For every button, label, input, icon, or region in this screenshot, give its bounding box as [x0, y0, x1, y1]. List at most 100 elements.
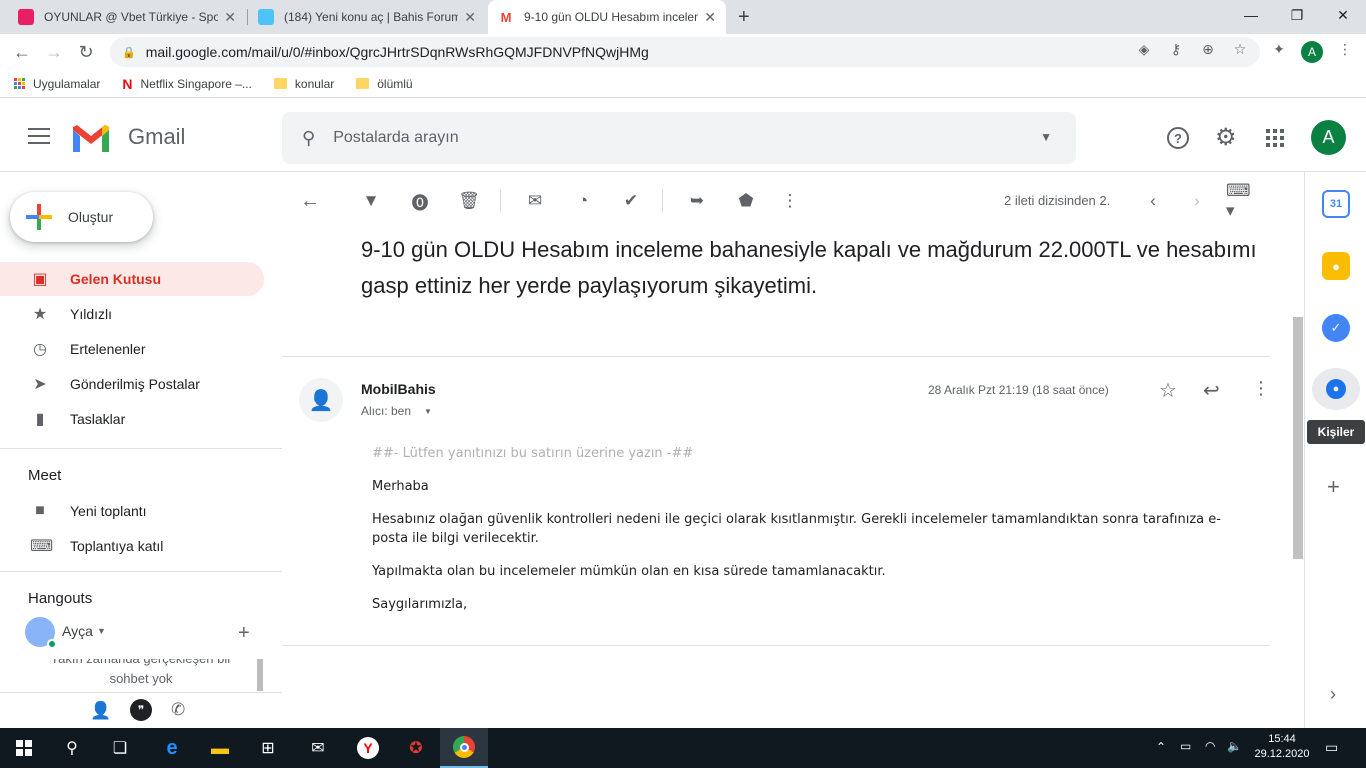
input-tools-icon[interactable]: ⌨ ▾: [1226, 181, 1260, 220]
bookmark-item[interactable]: Uygulamalar: [14, 77, 100, 91]
close-tab-icon[interactable]: ✕: [704, 9, 716, 26]
meet-join-meeting[interactable]: ⌨ Toplantıya katıl: [0, 529, 264, 563]
url-text: mail.google.com/mail/u/0/#inbox/QgrcJHrt…: [145, 44, 649, 60]
search-options-icon[interactable]: ▼: [1040, 130, 1052, 144]
bookmark-label: konular: [294, 76, 335, 91]
sender-name[interactable]: MobilBahis: [361, 381, 436, 397]
window-close-icon[interactable]: ✕: [1320, 0, 1366, 30]
search-icon[interactable]: ⚲: [302, 128, 315, 149]
tab-title: OYUNLAR @ Vbet Türkiye - Spor: [44, 10, 219, 24]
new-tab-button[interactable]: +: [738, 6, 750, 29]
snooze-icon[interactable]: ◔: [572, 190, 594, 212]
bookmark-item[interactable]: konular: [273, 76, 335, 91]
reply-icon[interactable]: ↩: [1203, 378, 1220, 403]
report-spam-icon[interactable]: ⓿: [409, 190, 431, 213]
calendar-icon[interactable]: 31: [1322, 190, 1350, 218]
keep-icon[interactable]: ●: [1322, 252, 1350, 280]
notifications-icon[interactable]: ▭: [1325, 739, 1338, 756]
newer-icon[interactable]: ‹: [1142, 190, 1164, 212]
bookmark-item[interactable]: ölümlü: [356, 77, 413, 91]
gmail-logo-icon[interactable]: [71, 124, 111, 159]
menu-dots-icon[interactable]: ⋮: [1336, 41, 1354, 58]
wifi-icon[interactable]: ◠: [1205, 739, 1215, 753]
browser-tab[interactable]: (184) Yeni konu aç | Bahis Forum ✕: [248, 0, 486, 34]
archive-icon[interactable]: ▼: [360, 190, 382, 212]
tasks-icon[interactable]: ✓: [1322, 314, 1350, 342]
help-icon[interactable]: ?: [1167, 127, 1189, 149]
address-bar[interactable]: 🔒 mail.google.com/mail/u/0/#inbox/QgrcJH…: [110, 37, 1260, 67]
store-icon[interactable]: ⊞: [244, 728, 292, 768]
toolbar-separator: [500, 189, 501, 213]
key-icon[interactable]: ⚷: [1167, 41, 1185, 58]
zoom-icon[interactable]: ⊕: [1199, 41, 1217, 58]
contacts-icon-highlight[interactable]: ●: [1312, 368, 1360, 410]
add-chat-icon[interactable]: +: [238, 622, 250, 645]
sidebar-item-sent[interactable]: ➤ Gönderilmiş Postalar: [0, 367, 264, 401]
move-to-icon[interactable]: ➥: [686, 190, 708, 212]
bookmark-star-icon[interactable]: ☆: [1231, 41, 1249, 58]
label-icon[interactable]: ⬟: [735, 190, 757, 212]
app-icon[interactable]: ✪: [392, 728, 440, 768]
hangouts-empty-text: Yakın zamanda gerçekleşen bir: [24, 659, 258, 669]
sidebar-item-inbox[interactable]: ▣ Gelen Kutusu: [0, 262, 264, 296]
volume-icon[interactable]: 🔈: [1227, 739, 1242, 753]
message-more-icon[interactable]: ⋮: [1252, 378, 1270, 399]
file-explorer-icon[interactable]: ▬: [196, 728, 244, 768]
back-icon[interactable]: ←: [10, 40, 34, 64]
show-hidden-icons[interactable]: ⌃: [1156, 740, 1166, 754]
compose-button[interactable]: Oluştur: [10, 192, 153, 242]
reload-icon[interactable]: ↻: [74, 40, 98, 64]
hangouts-user-dropdown-icon[interactable]: ▼: [97, 626, 106, 636]
sidebar-item-starred[interactable]: ★ Yıldızlı: [0, 297, 264, 331]
chrome-icon[interactable]: [440, 728, 488, 768]
browser-tab[interactable]: OYUNLAR @ Vbet Türkiye - Spor ✕: [8, 0, 246, 34]
edge-icon[interactable]: e: [148, 728, 196, 768]
clock[interactable]: 15:44 29.12.2020: [1254, 732, 1310, 762]
phone-icon[interactable]: ✆: [171, 700, 185, 720]
google-apps-icon[interactable]: [1266, 129, 1284, 147]
older-icon[interactable]: ›: [1186, 190, 1208, 212]
sidebar-item-snoozed[interactable]: ◷ Ertelenenler: [0, 332, 264, 366]
scrollbar[interactable]: [1293, 317, 1303, 559]
get-addons-icon[interactable]: +: [1327, 474, 1340, 500]
browser-tab-active[interactable]: M 9-10 gün OLDU Hesabım incelem ✕: [488, 0, 726, 34]
more-options-icon[interactable]: ⋮: [779, 190, 801, 212]
battery-icon[interactable]: ▭: [1180, 739, 1191, 753]
forward-icon[interactable]: →: [42, 40, 66, 64]
main-menu-icon[interactable]: [28, 128, 50, 144]
show-details-icon[interactable]: ▼: [424, 407, 432, 416]
expand-panel-icon[interactable]: ›: [1330, 684, 1336, 705]
minimize-icon[interactable]: —: [1228, 0, 1274, 30]
star-message-icon[interactable]: ☆: [1159, 378, 1177, 403]
back-to-inbox-icon[interactable]: ←: [299, 190, 321, 212]
meet-new-meeting[interactable]: ■ Yeni toplantı: [0, 494, 264, 528]
hangouts-avatar[interactable]: [25, 617, 57, 649]
restore-icon[interactable]: ❐: [1274, 0, 1320, 30]
add-task-icon[interactable]: ✔: [620, 190, 642, 212]
settings-gear-icon[interactable]: ⚙: [1215, 123, 1237, 152]
mark-unread-icon[interactable]: ✉: [524, 190, 546, 212]
account-avatar[interactable]: A: [1311, 120, 1346, 155]
gmail-favicon-icon: M: [498, 9, 514, 25]
sender-avatar[interactable]: 👤: [299, 378, 343, 422]
bookmark-item[interactable]: N Netflix Singapore –...: [122, 76, 252, 92]
windows-start-icon[interactable]: [0, 728, 48, 768]
search-bar[interactable]: ⚲ Postalarda arayın ▼: [282, 112, 1076, 164]
task-view-icon[interactable]: ❏: [96, 728, 144, 768]
hangouts-user-name[interactable]: Ayça: [62, 623, 93, 639]
taskbar-search-icon[interactable]: ⚲: [48, 728, 96, 768]
mail-icon[interactable]: ✉: [294, 728, 342, 768]
scrollbar[interactable]: [257, 659, 263, 691]
hangouts-chat-icon[interactable]: ❞: [130, 699, 152, 721]
delete-icon[interactable]: 🗑: [458, 190, 480, 212]
contacts-person-icon[interactable]: 👤: [90, 701, 111, 721]
search-input[interactable]: Postalarda arayın: [333, 129, 458, 147]
profile-avatar[interactable]: A: [1301, 41, 1323, 63]
eye-icon[interactable]: ◈: [1135, 41, 1153, 58]
close-tab-icon[interactable]: ✕: [224, 9, 236, 26]
yandex-icon[interactable]: Y: [344, 728, 392, 768]
close-tab-icon[interactable]: ✕: [464, 9, 476, 26]
recipient-line: Alıcı: ben: [361, 404, 412, 418]
extensions-icon[interactable]: ✦: [1270, 41, 1288, 58]
sidebar-item-drafts[interactable]: ▮ Taslaklar: [0, 402, 264, 436]
